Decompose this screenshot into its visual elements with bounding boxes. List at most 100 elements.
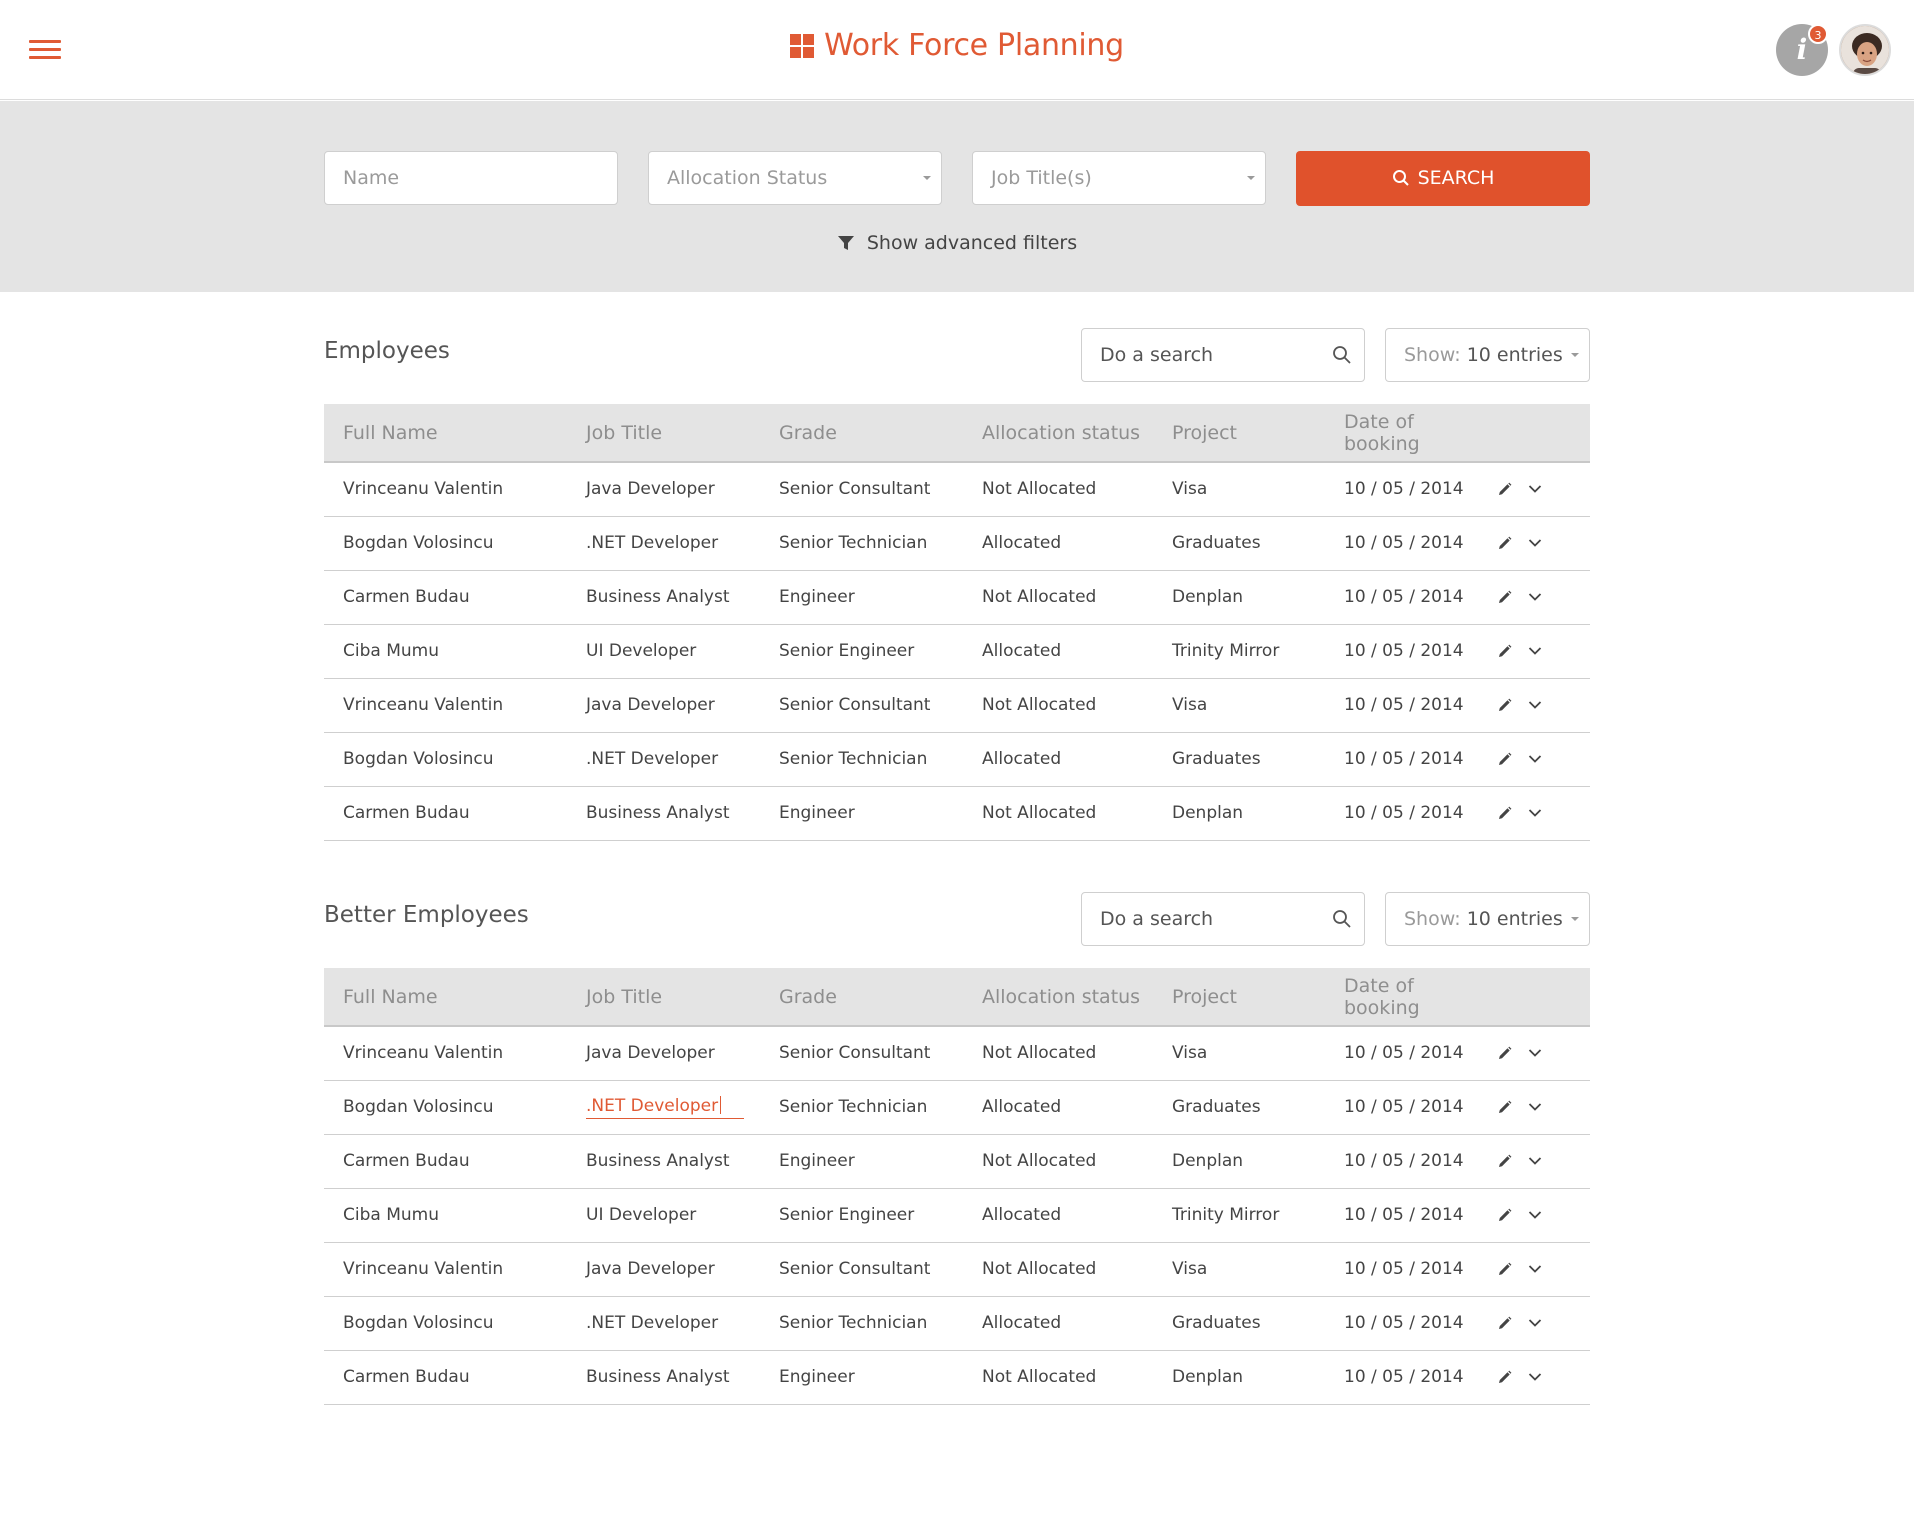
column-header-full-name[interactable]: Full Name <box>324 968 567 1027</box>
allocation-status-select[interactable]: Allocation Status <box>648 151 942 205</box>
column-header-full-name[interactable]: Full Name <box>324 404 567 463</box>
filter-icon <box>837 236 854 250</box>
column-header-project[interactable]: Project <box>1153 404 1325 463</box>
chevron-down-icon[interactable] <box>1528 1372 1542 1382</box>
table-search-box[interactable] <box>1081 328 1365 382</box>
row-actions <box>1495 1080 1590 1134</box>
table-row[interactable]: Bogdan Volosincu .NET Developer Senior Tec… <box>324 732 1590 786</box>
pencil-icon[interactable] <box>1497 698 1512 713</box>
chevron-down-icon[interactable] <box>1528 1048 1542 1058</box>
chevron-down-icon[interactable] <box>1528 484 1542 494</box>
advanced-filters-toggle[interactable]: Show advanced filters <box>0 232 1914 257</box>
column-header-grade[interactable]: Grade <box>760 968 963 1027</box>
row-actions <box>1495 1134 1590 1188</box>
table-row[interactable]: Bogdan Volosincu .NET Developer Senior Tec… <box>324 516 1590 570</box>
search-button[interactable]: SEARCH <box>1296 151 1590 206</box>
cell-full-name: Bogdan Volosincu <box>343 1313 494 1333</box>
pencil-icon[interactable] <box>1497 806 1512 821</box>
table-row[interactable]: Carmen Budau Business Analyst Engineer Not … <box>324 1134 1590 1188</box>
pencil-icon[interactable] <box>1497 752 1512 767</box>
pencil-icon[interactable] <box>1497 1370 1512 1385</box>
cell-allocation-status: Not Allocated <box>982 1259 1097 1279</box>
cell-job-title[interactable]: .NET Developer <box>567 1080 760 1134</box>
column-header-job-title[interactable]: Job Title <box>567 404 760 463</box>
cell-date-of-booking: 10 / 05 / 2014 <box>1344 1043 1464 1064</box>
better-employees-table: Full Name Job Title Grade Allocation sta… <box>324 968 1590 1405</box>
cell-grade: Senior Technician <box>779 1313 928 1333</box>
cell-grade: Senior Consultant <box>779 1043 931 1064</box>
entries-select[interactable]: Show: 10 entries <box>1385 328 1590 382</box>
caret-down-icon <box>1247 176 1255 180</box>
name-input[interactable] <box>324 151 618 205</box>
column-header-job-title[interactable]: Job Title <box>567 968 760 1027</box>
pencil-icon[interactable] <box>1497 482 1512 497</box>
column-header-actions <box>1495 404 1590 463</box>
user-avatar[interactable] <box>1839 24 1891 76</box>
table-search-input[interactable] <box>1100 329 1320 381</box>
pencil-icon[interactable] <box>1497 1208 1512 1223</box>
entries-select[interactable]: Show: 10 entries <box>1385 892 1590 946</box>
table-row[interactable]: Vrinceanu Valentin Java Developer Senior C… <box>324 462 1590 516</box>
table-header-row: Full Name Job Title Grade Allocation sta… <box>324 404 1590 463</box>
cell-grade: Senior Consultant <box>779 695 931 715</box>
pencil-icon[interactable] <box>1497 644 1512 659</box>
chevron-down-icon[interactable] <box>1528 808 1542 818</box>
table-row[interactable]: Carmen Budau Business Analyst Engineer Not … <box>324 1350 1590 1404</box>
table-search-box[interactable] <box>1081 892 1365 946</box>
cell-grade: Engineer <box>779 587 855 607</box>
cell-project: Graduates <box>1172 533 1261 553</box>
name-field[interactable] <box>343 152 617 204</box>
column-header-date-of-booking[interactable]: Date of booking <box>1325 968 1495 1027</box>
cell-grade: Engineer <box>779 1151 855 1171</box>
chevron-down-icon[interactable] <box>1528 754 1542 764</box>
chevron-down-icon[interactable] <box>1528 1102 1542 1112</box>
table-row[interactable]: Vrinceanu Valentin Java Developer Senior C… <box>324 1242 1590 1296</box>
chevron-down-icon[interactable] <box>1528 1318 1542 1328</box>
chevron-down-icon[interactable] <box>1528 538 1542 548</box>
cell-full-name: Carmen Budau <box>343 1151 470 1171</box>
cell-full-name: Bogdan Volosincu <box>343 749 494 769</box>
pencil-icon[interactable] <box>1497 1046 1512 1061</box>
row-actions <box>1495 1188 1590 1242</box>
cell-date-of-booking: 10 / 05 / 2014 <box>1344 1097 1464 1117</box>
chevron-down-icon[interactable] <box>1528 646 1542 656</box>
chevron-down-icon[interactable] <box>1528 592 1542 602</box>
app-title: Work Force Planning <box>824 28 1124 63</box>
cell-project: Visa <box>1172 479 1208 500</box>
inline-edit-field[interactable]: .NET Developer <box>586 1095 744 1119</box>
pencil-icon[interactable] <box>1497 1262 1512 1277</box>
pencil-icon[interactable] <box>1497 590 1512 605</box>
table-row[interactable]: Vrinceanu Valentin Java Developer Senior C… <box>324 1026 1590 1080</box>
search-button-label: SEARCH <box>1417 167 1495 189</box>
column-header-project[interactable]: Project <box>1153 968 1325 1027</box>
table-row[interactable]: Ciba Mumu UI Developer Senior Engineer Allo… <box>324 624 1590 678</box>
cell-date-of-booking: 10 / 05 / 2014 <box>1344 1205 1464 1225</box>
search-icon[interactable] <box>1332 909 1352 929</box>
column-header-date-of-booking[interactable]: Date of booking <box>1325 404 1495 463</box>
cell-job-title: Java Developer <box>586 479 715 500</box>
chevron-down-icon[interactable] <box>1528 700 1542 710</box>
column-header-allocation-status[interactable]: Allocation status <box>963 968 1153 1027</box>
pencil-icon[interactable] <box>1497 536 1512 551</box>
pencil-icon[interactable] <box>1497 1154 1512 1169</box>
pencil-icon[interactable] <box>1497 1316 1512 1331</box>
row-actions <box>1495 678 1590 732</box>
cell-date-of-booking: 10 / 05 / 2014 <box>1344 803 1464 823</box>
column-header-grade[interactable]: Grade <box>760 404 963 463</box>
table-row[interactable]: Carmen Budau Business Analyst Engineer Not … <box>324 570 1590 624</box>
table-body: Vrinceanu Valentin Java Developer Senior C… <box>324 1026 1590 1404</box>
table-row[interactable]: Carmen Budau Business Analyst Engineer Not … <box>324 786 1590 840</box>
table-row[interactable]: Bogdan Volosincu .NET Developer Senior Tec… <box>324 1296 1590 1350</box>
job-titles-select[interactable]: Job Title(s) <box>972 151 1266 205</box>
column-header-allocation-status[interactable]: Allocation status <box>963 404 1153 463</box>
search-icon[interactable] <box>1332 345 1352 365</box>
chevron-down-icon[interactable] <box>1528 1156 1542 1166</box>
chevron-down-icon[interactable] <box>1528 1210 1542 1220</box>
table-row[interactable]: Bogdan Volosincu .NET Developer Senior Tec… <box>324 1080 1590 1134</box>
chevron-down-icon[interactable] <box>1528 1264 1542 1274</box>
pencil-icon[interactable] <box>1497 1100 1512 1115</box>
table-row[interactable]: Vrinceanu Valentin Java Developer Senior C… <box>324 678 1590 732</box>
table-search-input[interactable] <box>1100 893 1320 945</box>
cell-grade: Senior Technician <box>779 1097 928 1117</box>
table-row[interactable]: Ciba Mumu UI Developer Senior Engineer Allo… <box>324 1188 1590 1242</box>
